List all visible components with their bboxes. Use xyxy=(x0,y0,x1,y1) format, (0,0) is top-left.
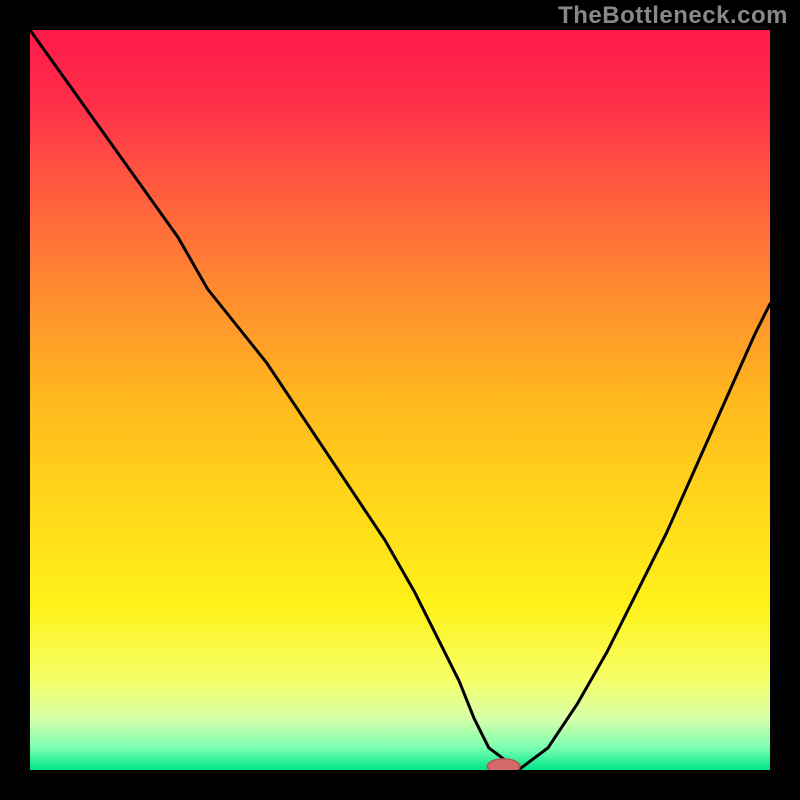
watermark-text: TheBottleneck.com xyxy=(558,2,788,30)
heatmap-background xyxy=(30,30,770,770)
optimal-point-marker xyxy=(487,759,520,774)
bottleneck-chart xyxy=(0,0,800,800)
